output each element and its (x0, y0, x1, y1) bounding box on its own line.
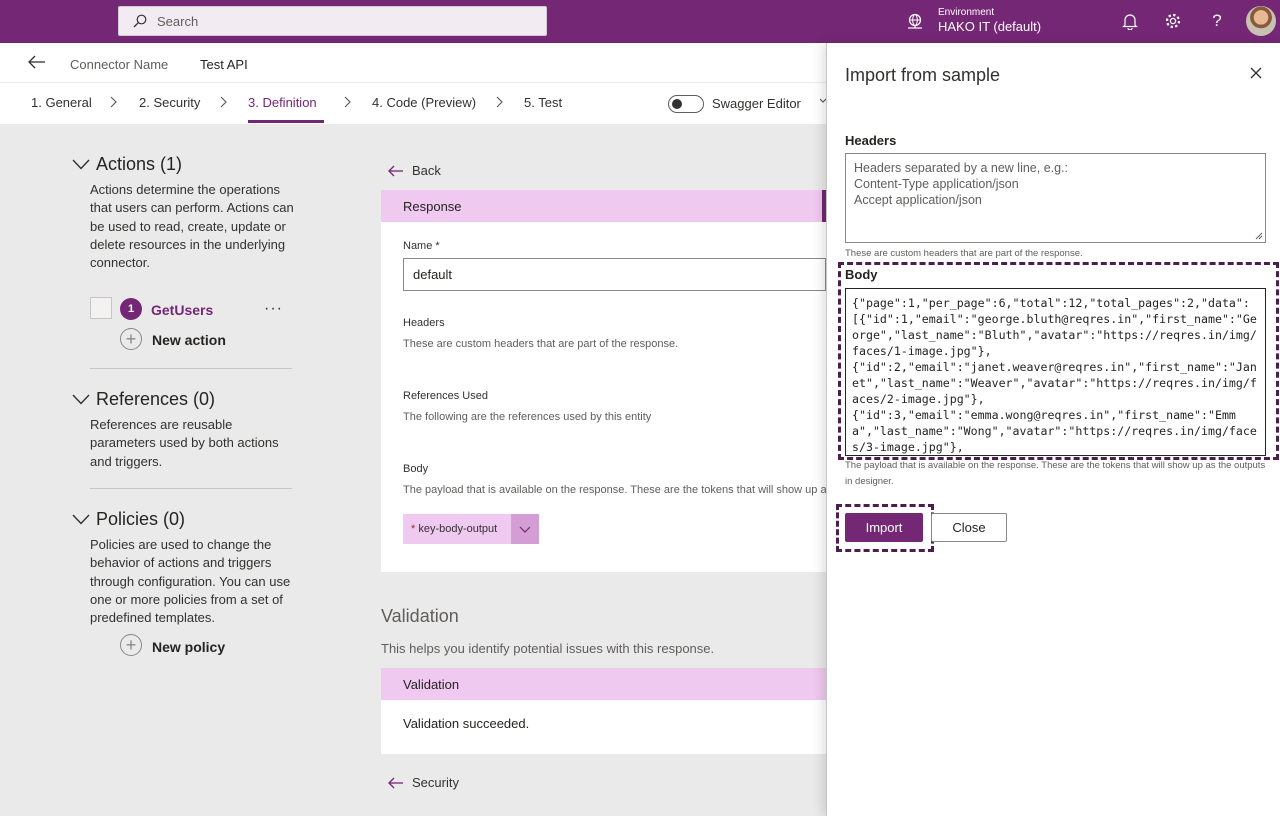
environment-picker[interactable]: Environment HAKO IT (default) (906, 4, 1041, 38)
actions-description: Actions determine the operations that us… (90, 182, 294, 271)
validation-title: Validation (381, 606, 459, 626)
active-tab-indicator (248, 120, 324, 123)
validation-header: Validation (381, 668, 826, 700)
body-label: Body (845, 267, 878, 282)
references-title: References (0) (96, 389, 216, 409)
search-icon (133, 14, 147, 28)
headers-label: Headers (845, 133, 897, 148)
add-action-plus-icon[interactable]: + (120, 328, 142, 350)
panel-title: Import from sample (845, 65, 1001, 85)
resize-grip-icon[interactable] (1255, 232, 1263, 240)
references-description: References are reusable parameters used … (90, 417, 279, 469)
token-dropdown[interactable] (511, 514, 539, 544)
body-hint: The payload that is available on the res… (845, 460, 1266, 487)
action-getusers[interactable]: GetUsers (151, 302, 213, 318)
token-required-mark: * (411, 523, 416, 535)
connector-name-value[interactable]: Test API (200, 57, 248, 72)
headers-label: Headers (403, 317, 445, 329)
actions-section-toggle[interactable]: Actions (1) (72, 154, 182, 175)
wizard-steps: 1. General 2. Security 3. Definition 4. … (0, 83, 826, 124)
environment-label: Environment (938, 7, 995, 18)
chevron-down-icon (72, 159, 90, 170)
references-used-description: The following are the references used by… (403, 411, 652, 423)
name-label: Name * (403, 240, 440, 252)
import-button[interactable]: Import (845, 513, 923, 542)
swagger-editor-label: Swagger Editor (712, 96, 801, 111)
back-arrow-icon (388, 165, 403, 176)
tab-test[interactable]: 5. Test (524, 95, 562, 110)
body-token[interactable]: * key-body-output (403, 514, 539, 544)
policies-title: Policies (0) (96, 509, 186, 529)
chevron-down-icon (519, 526, 531, 533)
notifications-bell-icon[interactable] (1119, 10, 1141, 32)
response-title: Response (403, 199, 462, 214)
tab-definition[interactable]: 3. Definition (248, 95, 317, 110)
validation-description: This helps you identify potential issues… (381, 641, 715, 656)
search-placeholder: Search (157, 13, 199, 29)
environment-icon (908, 13, 922, 29)
help-question-icon[interactable]: ? (1206, 10, 1228, 32)
token-label: key-body-output (418, 523, 498, 535)
policies-section-toggle[interactable]: Policies (0) (72, 509, 185, 530)
body-label: Body (403, 463, 429, 475)
top-bar: Search Environment HAKO IT (default) ? (0, 0, 1280, 43)
headers-textarea[interactable]: Headers separated by a new line, e.g.: C… (845, 153, 1266, 243)
back-arrow-icon (388, 777, 403, 788)
references-section-toggle[interactable]: References (0) (72, 389, 215, 410)
chevron-right-icon (496, 96, 503, 108)
import-from-sample-panel: Import from sample Headers Headers separ… (826, 43, 1280, 816)
response-card: Response Name * default Headers These ar… (381, 190, 832, 572)
response-header: Response (381, 190, 826, 222)
search-box[interactable]: Search (118, 6, 547, 36)
action-number-badge: 1 (120, 298, 142, 320)
body-textarea[interactable]: {"page":1,"per_page":6,"total":12,"total… (845, 288, 1266, 456)
tab-security[interactable]: 2. Security (139, 95, 200, 110)
action-checkbox[interactable] (90, 297, 112, 319)
section-divider (90, 488, 292, 489)
body-description: The payload that is available on the res… (403, 484, 833, 496)
token-text: * key-body-output (403, 523, 511, 535)
user-avatar[interactable] (1246, 6, 1276, 36)
headers-description: These are custom headers that are part o… (403, 338, 679, 350)
security-back-link[interactable]: Security (388, 775, 459, 790)
new-policy-button[interactable]: New policy (152, 639, 225, 655)
validation-message: Validation succeeded. (403, 716, 530, 731)
new-action-button[interactable]: New action (152, 332, 226, 348)
chevron-down-icon (72, 514, 90, 525)
references-used-label: References Used (403, 390, 488, 402)
tab-code-preview[interactable]: 4. Code (Preview) (372, 95, 476, 110)
name-input[interactable]: default (403, 258, 826, 291)
actions-title: Actions (1) (96, 154, 183, 174)
validation-header-title: Validation (403, 677, 460, 692)
settings-gear-icon[interactable] (1162, 10, 1184, 32)
back-arrow-icon[interactable] (28, 55, 46, 69)
swagger-editor-toggle[interactable] (668, 95, 704, 113)
tab-general[interactable]: 1. General (31, 95, 92, 110)
back-link[interactable]: Back (388, 163, 441, 178)
close-button[interactable]: Close (931, 513, 1007, 542)
security-link-label: Security (412, 775, 459, 790)
chevron-down-icon (72, 394, 90, 405)
more-options-icon[interactable]: ··· (264, 300, 283, 318)
add-policy-plus-icon[interactable]: + (120, 634, 142, 656)
close-icon[interactable] (1249, 66, 1263, 80)
chevron-right-icon (110, 96, 117, 108)
chevron-right-icon (344, 96, 351, 108)
section-divider (90, 368, 292, 369)
environment-name: HAKO IT (default) (938, 19, 1042, 34)
validation-card: Validation Validation succeeded. (381, 668, 826, 754)
back-label: Back (412, 163, 441, 178)
headers-hint: These are custom headers that are part o… (845, 248, 1083, 259)
connector-name-label: Connector Name (70, 57, 169, 72)
connector-header: Connector Name Test API (0, 43, 826, 83)
chevron-right-icon (220, 96, 227, 108)
policies-description: Policies are used to change the behavior… (90, 537, 291, 626)
